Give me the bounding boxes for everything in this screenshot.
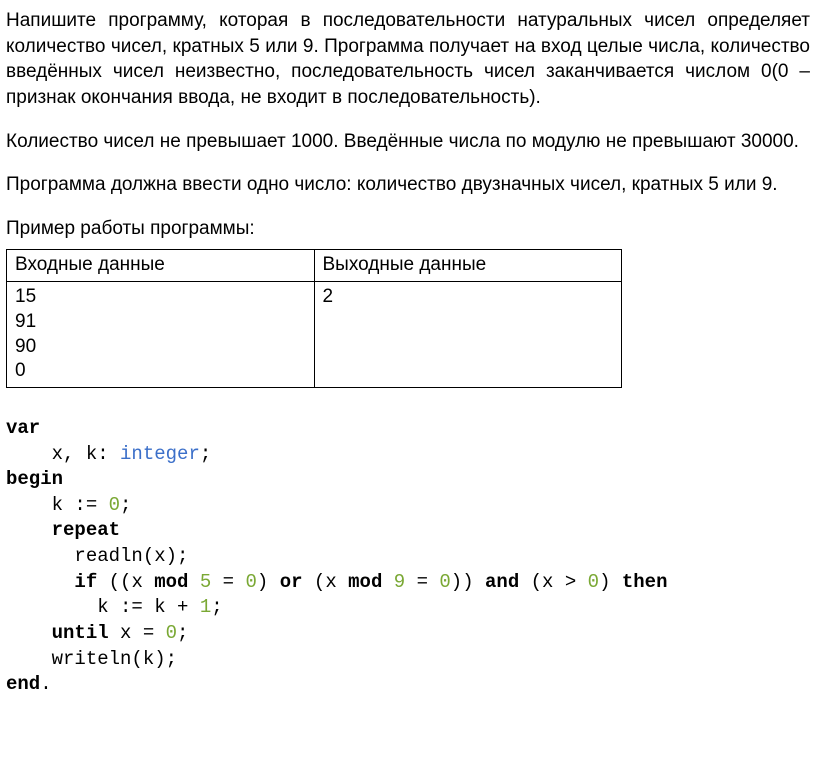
- keyword-begin: begin: [6, 468, 63, 490]
- type-integer: integer: [120, 443, 200, 465]
- code-sp1: [188, 571, 199, 593]
- keyword-end: end: [6, 673, 40, 695]
- keyword-var: var: [6, 417, 40, 439]
- num-zero-1: 0: [109, 494, 120, 516]
- code-sp2: [382, 571, 393, 593]
- code-until-cond: x =: [109, 622, 166, 644]
- example-label: Пример работы программы:: [6, 216, 810, 242]
- code-eq1: =: [211, 571, 245, 593]
- code-decl: x, k:: [52, 443, 120, 465]
- task-paragraph-3: Программа должна ввести одно число: коли…: [6, 172, 810, 198]
- table-cell-input: 15 91 90 0: [7, 282, 315, 388]
- code-open3: (x >: [519, 571, 587, 593]
- keyword-or: or: [280, 571, 303, 593]
- code-close2: )): [451, 571, 485, 593]
- keyword-repeat: repeat: [52, 519, 120, 541]
- code-readln: readln(x);: [6, 545, 188, 567]
- table-cell-output: 2: [314, 282, 622, 388]
- code-close3: ): [599, 571, 622, 593]
- num-zero-4: 0: [588, 571, 599, 593]
- code-semi-4: ;: [177, 622, 188, 644]
- keyword-until: until: [52, 622, 109, 644]
- task-paragraph-1: Напишите программу, которая в последоват…: [6, 8, 810, 111]
- code-writeln: writeln(k);: [6, 648, 177, 670]
- keyword-then: then: [622, 571, 668, 593]
- code-open2: (x: [303, 571, 349, 593]
- keyword-mod-2: mod: [348, 571, 382, 593]
- code-if-open: ((x: [97, 571, 154, 593]
- num-5: 5: [200, 571, 211, 593]
- code-semi-1: ;: [200, 443, 211, 465]
- num-zero-2: 0: [246, 571, 257, 593]
- keyword-if: if: [74, 571, 97, 593]
- example-table: Входные данные Выходные данные 15 91 90 …: [6, 249, 622, 387]
- code-assign-prefix: k :=: [6, 494, 109, 516]
- code-until-pre: [6, 622, 52, 644]
- code-semi-2: ;: [120, 494, 131, 516]
- code-inc-line: k := k +: [6, 596, 200, 618]
- keyword-and: and: [485, 571, 519, 593]
- keyword-mod-1: mod: [154, 571, 188, 593]
- table-header-output: Выходные данные: [314, 250, 622, 282]
- code-dot: .: [40, 673, 51, 695]
- table-header-input: Входные данные: [7, 250, 315, 282]
- num-zero-3: 0: [439, 571, 450, 593]
- num-zero-5: 0: [166, 622, 177, 644]
- num-one: 1: [200, 596, 211, 618]
- code-block: var x, k: integer; begin k := 0; repeat …: [6, 416, 810, 698]
- code-close1: ): [257, 571, 280, 593]
- code-semi-3: ;: [211, 596, 222, 618]
- task-paragraph-2: Колиество чисел не превышает 1000. Введё…: [6, 129, 810, 155]
- code-eq2: =: [405, 571, 439, 593]
- num-9: 9: [394, 571, 405, 593]
- code-if-pre: [6, 571, 74, 593]
